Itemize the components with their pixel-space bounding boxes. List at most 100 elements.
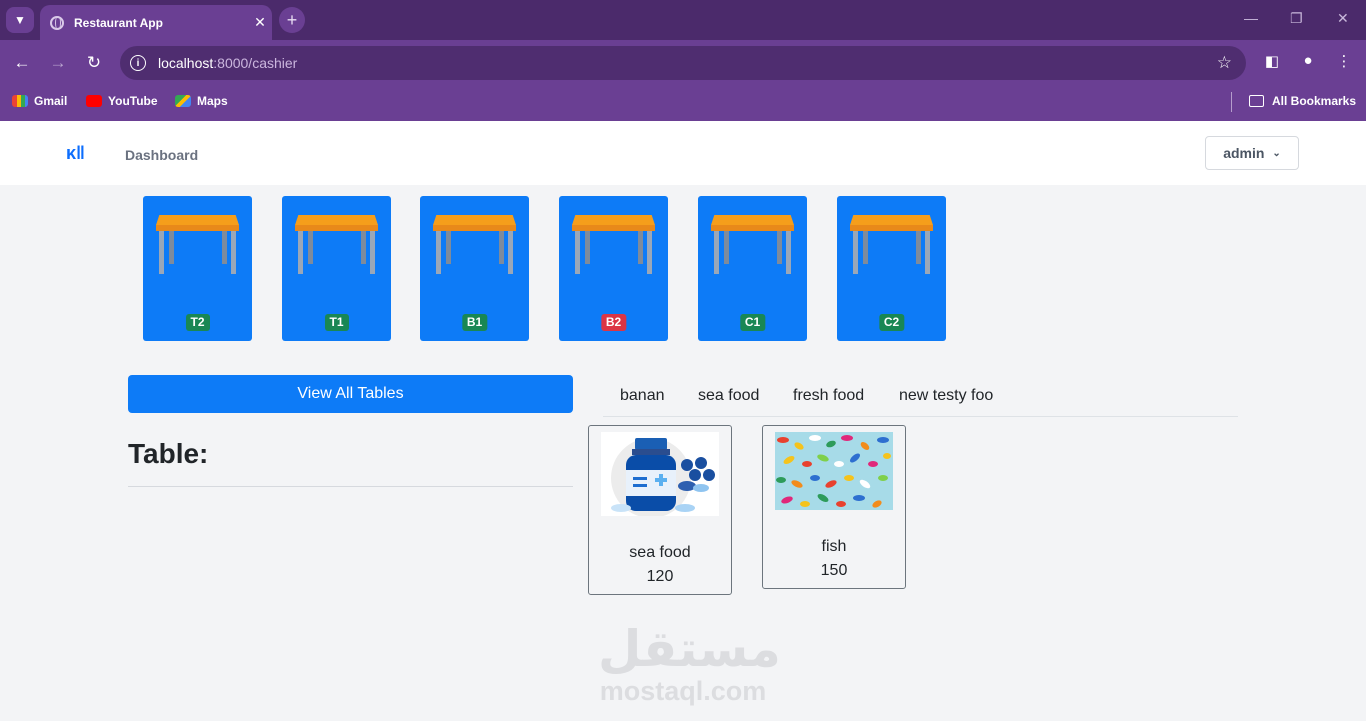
bookmark-youtube[interactable]: YouTube (86, 94, 158, 108)
address-bar[interactable]: i localhost:8000/cashier ☆ (120, 46, 1246, 80)
tab-search-icon[interactable]: ▼ (6, 7, 34, 33)
browser-tabstrip: ▼ Restaurant App ✕ + — ❐ ✕ (0, 0, 1366, 40)
table-card-b2[interactable]: B2 (559, 196, 668, 341)
tab-title: Restaurant App (74, 15, 163, 30)
table-icon (711, 215, 794, 225)
tab-banan[interactable]: banan (620, 387, 665, 405)
table-leg (361, 231, 366, 264)
sidebar-icon[interactable]: ◧ (1261, 52, 1283, 70)
watermark-logo-latin: mostaql.com (599, 676, 767, 706)
table-card-b1[interactable]: B1 (420, 196, 529, 341)
menu-dots-icon[interactable]: ⋮ (1333, 52, 1355, 70)
all-bookmarks[interactable]: All Bookmarks (1249, 94, 1356, 108)
table-leg (370, 231, 375, 274)
table-leg (575, 231, 580, 274)
bookmark-label: Gmail (34, 94, 68, 108)
table-leg (714, 231, 719, 274)
bookmarks-separator (1231, 92, 1232, 112)
chevron-down-icon: ⌄ (1272, 147, 1281, 159)
url-host: localhost (158, 55, 214, 71)
app-navbar: κ‖ Dashboard admin ⌄ (0, 121, 1366, 185)
table-icon (433, 215, 516, 225)
tab-sea-food[interactable]: sea food (698, 387, 759, 405)
tab-fresh-food[interactable]: fresh food (793, 387, 864, 405)
medicine-bottle-image (601, 432, 719, 516)
table-badge: C1 (739, 314, 766, 331)
table-icon (295, 215, 378, 225)
table-card-c1[interactable]: C1 (698, 196, 807, 341)
bookmark-maps[interactable]: Maps (175, 94, 228, 108)
reload-icon[interactable]: ↻ (83, 52, 105, 74)
user-label: admin (1223, 145, 1265, 161)
minimize-icon[interactable]: — (1244, 10, 1258, 26)
folder-icon (1249, 95, 1264, 107)
star-icon[interactable]: ☆ (1217, 53, 1232, 73)
table-leg (777, 231, 782, 264)
table-badge: C2 (878, 314, 905, 331)
table-leg (638, 231, 643, 264)
table-leg (925, 231, 930, 274)
product-name: fish (821, 538, 847, 555)
bookmarks-bar: Gmail YouTube Maps All Bookmarks (0, 86, 1366, 121)
table-leg (853, 231, 858, 274)
table-leg (499, 231, 504, 264)
user-dropdown-button[interactable]: admin ⌄ (1205, 136, 1299, 170)
table-leg (308, 231, 313, 264)
table-leg (724, 231, 729, 264)
table-leg (298, 231, 303, 274)
plus-icon[interactable]: + (279, 7, 305, 33)
table-badge: T1 (324, 314, 349, 331)
nav-link-dashboard[interactable]: Dashboard (125, 147, 198, 163)
product-card-fish[interactable]: fish 150 (762, 425, 906, 589)
table-badge: T2 (185, 314, 210, 331)
utensils-icon[interactable]: κ‖ (66, 143, 85, 164)
table-icon (572, 215, 655, 225)
table-badge: B1 (461, 314, 488, 331)
table-leg (169, 231, 174, 264)
table-card-t2[interactable]: T2 (143, 196, 252, 341)
table-card-c2[interactable]: C2 (837, 196, 946, 341)
table-leg (231, 231, 236, 274)
view-all-tables-button[interactable]: View All Tables (128, 375, 573, 413)
table-leg (222, 231, 227, 264)
table-leg (585, 231, 590, 264)
table-leg (159, 231, 164, 274)
all-bookmarks-label: All Bookmarks (1272, 94, 1357, 108)
table-leg (647, 231, 652, 274)
table-leg (508, 231, 513, 274)
category-tabs: banan sea food fresh food new testy foo (603, 378, 1238, 417)
back-arrow-icon[interactable]: ← (11, 52, 33, 74)
gmail-icon (12, 95, 28, 107)
globe-icon (50, 15, 64, 30)
table-icon (156, 215, 239, 225)
table-leg (786, 231, 791, 274)
close-window-icon[interactable]: ✕ (1337, 10, 1349, 27)
close-icon[interactable]: ✕ (248, 14, 272, 31)
bookmark-label: Maps (197, 94, 228, 108)
info-icon[interactable]: i (130, 55, 146, 71)
table-heading: Table: (128, 438, 209, 469)
table-leg (863, 231, 868, 264)
browser-tab[interactable]: Restaurant App ✕ (40, 5, 272, 40)
youtube-icon (86, 95, 102, 107)
table-leg (446, 231, 451, 264)
bookmark-label: YouTube (108, 94, 158, 108)
restore-icon[interactable]: ❐ (1290, 10, 1303, 27)
product-name: sea food (629, 544, 691, 561)
profile-icon[interactable]: ● (1297, 52, 1319, 69)
product-card-sea-food[interactable]: sea food 120 (588, 425, 732, 595)
product-price: 120 (646, 568, 674, 585)
url-path: :8000/cashier (213, 55, 298, 71)
table-leg (436, 231, 441, 274)
table-leg (916, 231, 921, 264)
colorful-pills-image (775, 432, 893, 510)
forward-arrow-icon[interactable]: → (47, 52, 69, 74)
table-card-t1[interactable]: T1 (282, 196, 391, 341)
table-icon (850, 215, 933, 225)
tab-new-testy-foo[interactable]: new testy foo (899, 387, 993, 405)
maps-icon (175, 95, 191, 107)
browser-toolbar: ← → ↻ i localhost:8000/cashier ☆ ◧ ● ⋮ (0, 40, 1366, 86)
bookmark-gmail[interactable]: Gmail (12, 94, 67, 108)
watermark-logo-arabic: مستقل (598, 620, 781, 678)
divider (128, 486, 573, 487)
